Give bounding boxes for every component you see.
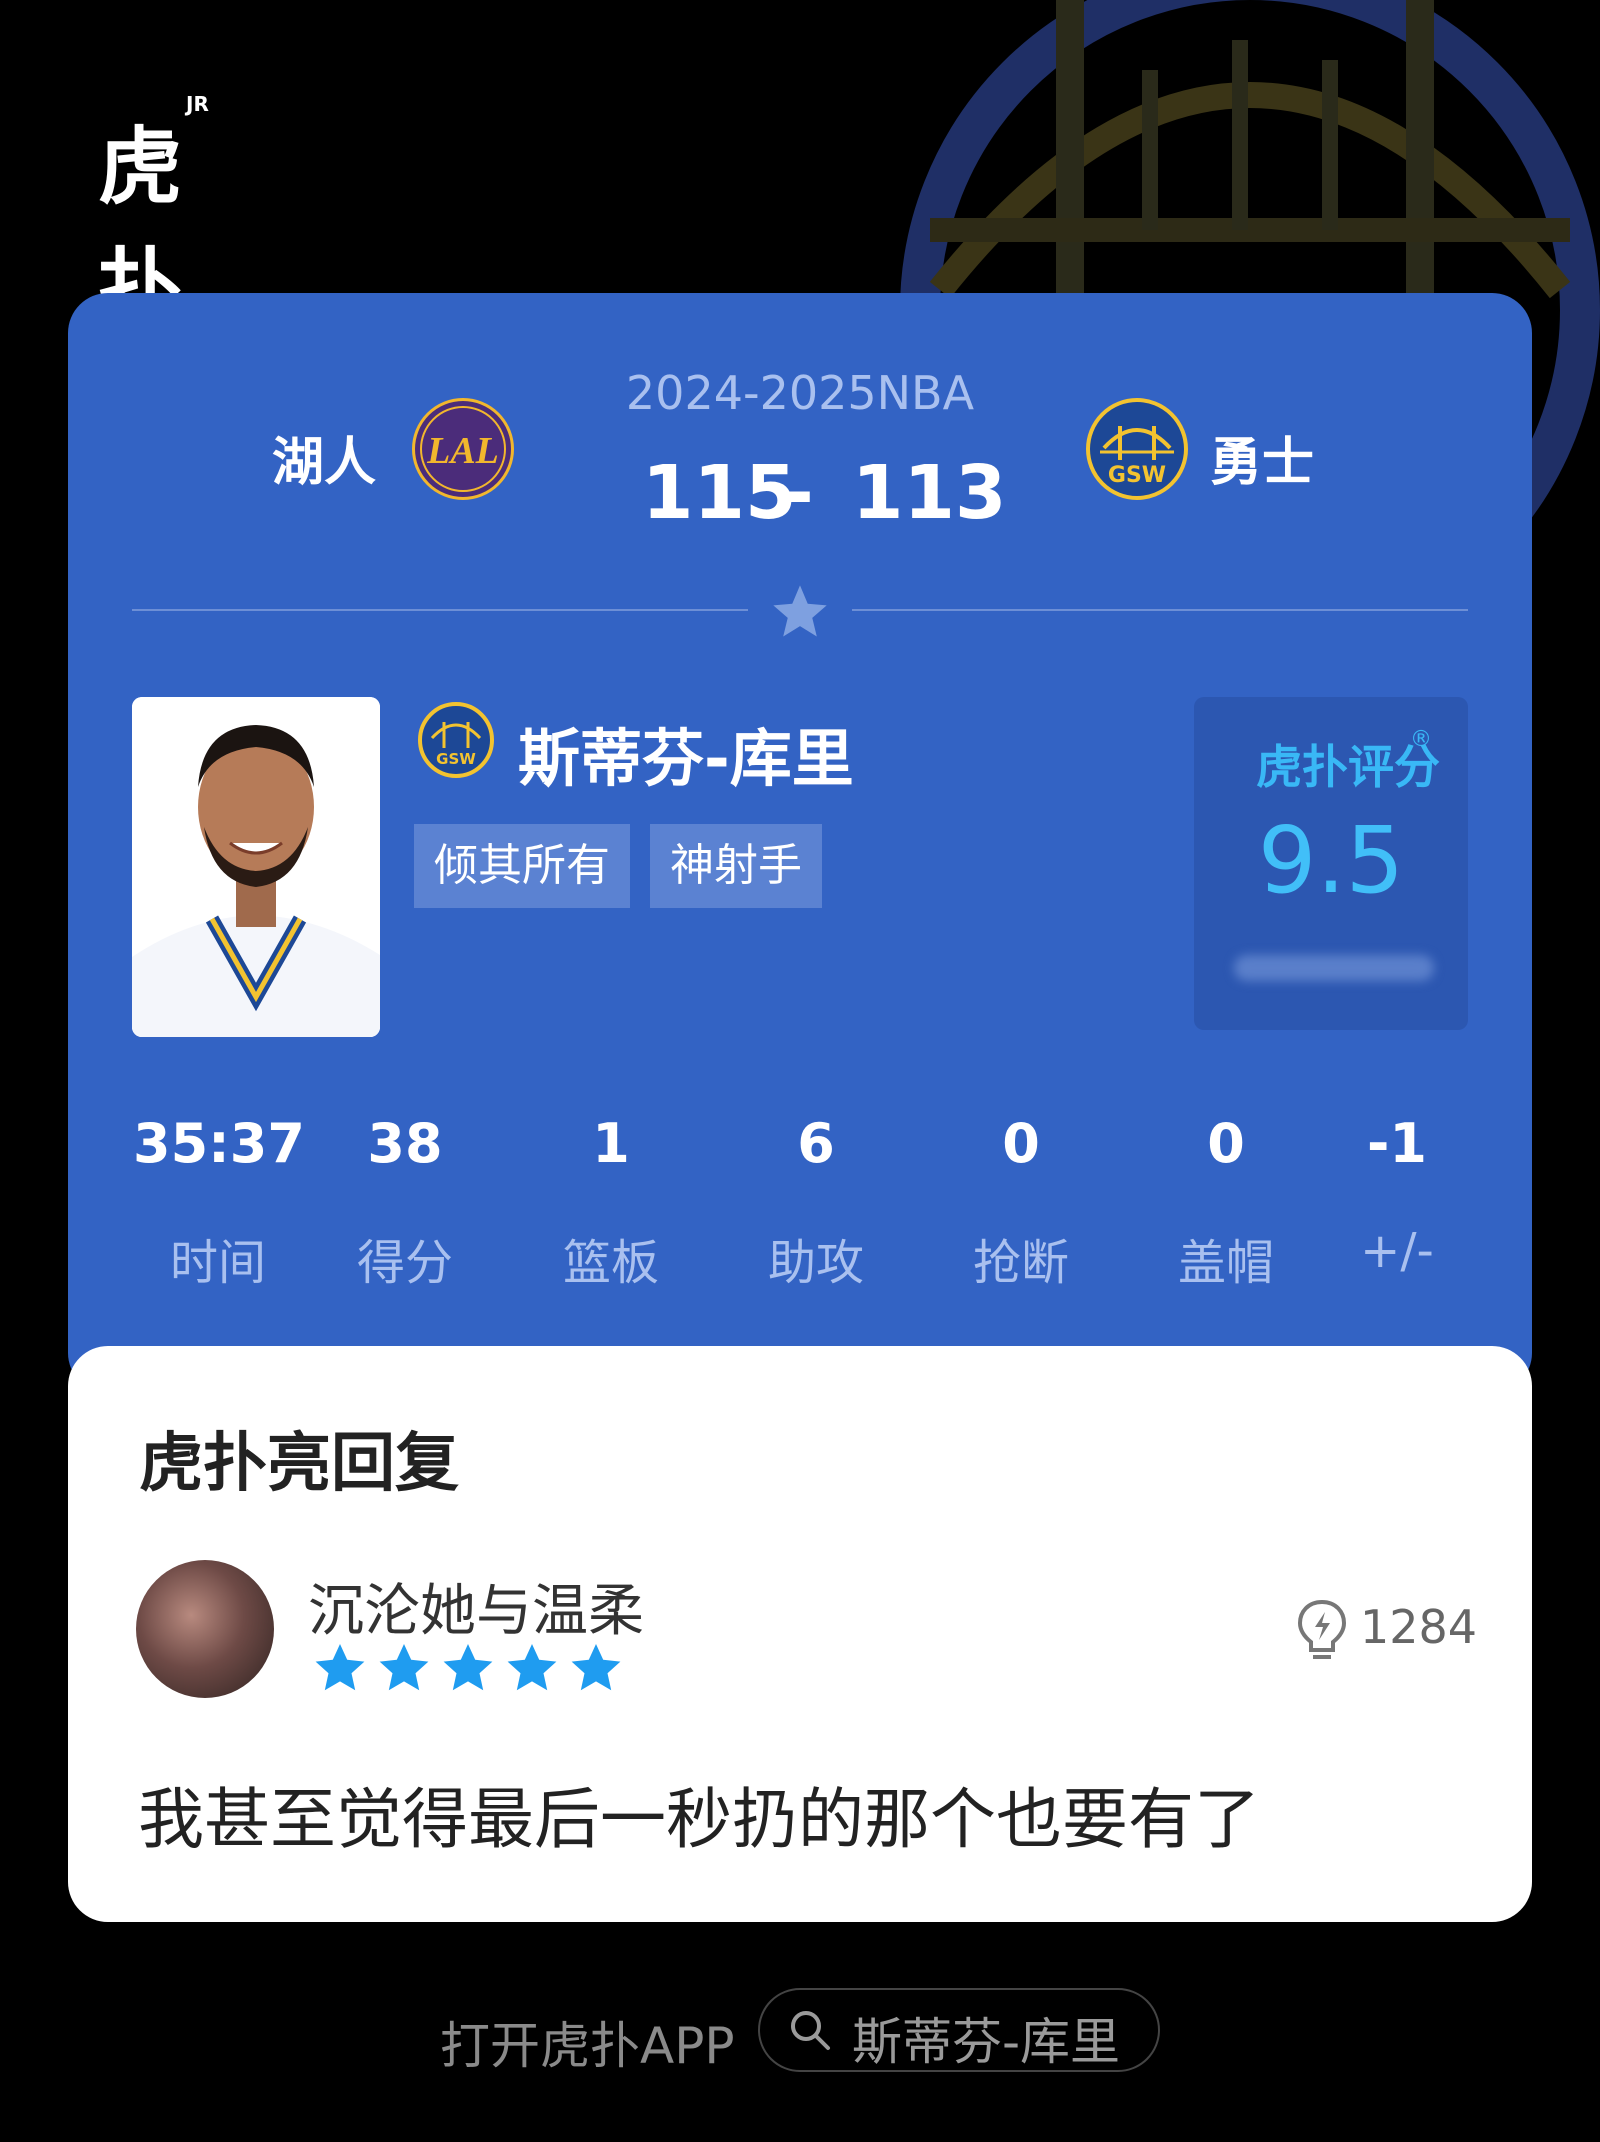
stat-label-points: 得分 [356,1235,453,1291]
star-rating [315,1644,621,1691]
stat-label-rebounds: 篮板 [562,1235,659,1291]
rating-value: 9.5 [1257,807,1405,914]
like-count: 1284 [1360,1600,1478,1654]
stat-label-time: 时间 [169,1235,266,1291]
search-query: 斯蒂芬-库里 [852,2013,1121,2071]
player-name[interactable]: 斯蒂芬-库里 [518,708,854,798]
lakers-logo: LAL [412,398,514,500]
hupu-logo-badge: JR [186,92,209,116]
stat-label-blocks: 盖帽 [1177,1235,1274,1291]
home-score: 115 [642,450,797,536]
divider-left [132,609,748,611]
lightbulb-icon[interactable] [1292,1596,1352,1666]
stat-value-blocks: 0 [1207,1112,1245,1175]
stat-label-plus-minus: +/- [1360,1223,1434,1279]
rating-panel: 虎扑评分 ® 9.5 [1194,697,1468,1030]
stat-value-time: 35:37 [133,1112,305,1175]
stat-value-steals: 0 [1002,1112,1040,1175]
player-team-logo: GSW [418,702,494,778]
reply-text: 我甚至觉得最后一秒扔的那个也要有了 [138,1781,1260,1858]
registered-mark: ® [1410,727,1432,752]
player-photo [132,697,380,1037]
player-tag[interactable]: 神射手 [650,824,822,908]
search-icon [791,2011,830,2050]
season-label: 2024-2025NBA [625,366,975,420]
warriors-logo: GSW [1086,398,1188,500]
score-separator: - [783,450,814,536]
stat-value-points: 38 [367,1112,443,1175]
stat-value-plus-minus: -1 [1367,1112,1427,1175]
hupu-logo: 虎扑 JR [98,92,248,337]
section-title: 虎扑亮回复 [139,1427,459,1501]
lakers-logo-text: LAL [426,430,499,472]
avatar[interactable] [136,1560,274,1698]
star-icon [315,1644,621,1691]
player-tag[interactable]: 倾其所有 [414,824,630,908]
home-team-name: 湖人 [272,433,377,493]
player-team-logo-text: GSW [436,750,476,768]
stat-label-steals: 抢断 [972,1235,1069,1291]
stat-label-assists: 助攻 [767,1235,864,1291]
away-score: 113 [852,450,1007,536]
away-team-name: 勇士 [1210,433,1315,493]
username[interactable]: 沉沦她与温柔 [308,1566,644,1647]
search-bar[interactable]: 斯蒂芬-库里 [758,1988,1160,2072]
warriors-logo-text: GSW [1108,463,1166,488]
star-icon [773,585,827,637]
stat-value-assists: 6 [797,1112,835,1175]
divider-right [852,609,1468,611]
open-app-link[interactable]: 打开虎扑APP [440,2006,735,2078]
stat-value-rebounds: 1 [592,1112,630,1175]
rating-blurred-text [1234,955,1434,981]
